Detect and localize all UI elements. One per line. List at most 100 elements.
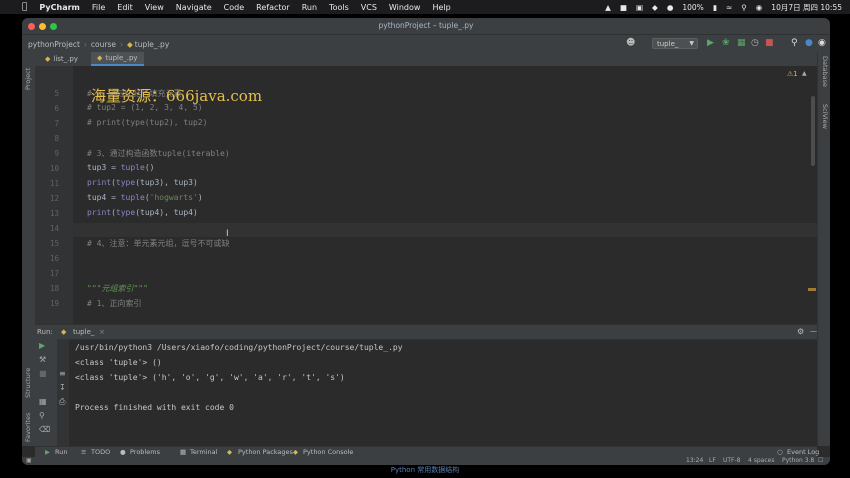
bottom-tab-problems[interactable]: Problems: [130, 448, 160, 456]
scroll-to-end-icon[interactable]: ↧: [59, 383, 66, 392]
database-tool-tab[interactable]: Database: [821, 56, 829, 87]
lock-icon[interactable]: ☐: [818, 457, 823, 464]
stop-icon[interactable]: ■: [39, 369, 47, 378]
app-name[interactable]: PyCharm: [39, 3, 79, 12]
indent-setting[interactable]: 4 spaces: [748, 457, 774, 464]
menu-edit[interactable]: Edit: [117, 3, 133, 12]
hide-panel-icon[interactable]: —: [810, 327, 817, 335]
soft-wrap-icon[interactable]: ≡: [59, 369, 66, 378]
breadcrumb-folder[interactable]: course: [91, 40, 116, 49]
python-console-icon: ◆: [293, 448, 298, 456]
left-tool-strip: Project Structure Favorites: [22, 52, 36, 446]
project-tool-tab[interactable]: Project: [24, 68, 32, 90]
status-app-icon[interactable]: ■: [620, 3, 627, 12]
menu-help[interactable]: Help: [432, 3, 450, 12]
settings-icon[interactable]: ◉: [818, 38, 826, 49]
clock-text[interactable]: 10月7日 周四 10:55: [771, 2, 842, 13]
code-line[interactable]: # 4、注意：单元素元组，逗号不可或缺: [87, 238, 229, 249]
console-line: <class 'tuple'> ('h', 'o', 'g', 'w', 'a'…: [75, 373, 345, 382]
profile-icon[interactable]: ◷: [751, 38, 759, 49]
code-line[interactable]: print(type(tup4), tup4): [87, 208, 198, 217]
code-line[interactable]: tup3 = tuple(): [87, 163, 154, 172]
debug-icon[interactable]: ❀: [722, 38, 730, 49]
menu-tools[interactable]: Tools: [329, 3, 349, 12]
user-icon[interactable]: ☻: [626, 38, 635, 49]
code-line[interactable]: # print(type(tup2), tup2): [87, 118, 207, 127]
line-number: 7: [54, 119, 59, 128]
code-editor[interactable]: 5 6 7 8 9 10 11 12 13 14 15 16 17 18 19 # 2、通过小括号填充元素 #…: [35, 66, 817, 324]
code-line[interactable]: """元组索引""": [87, 283, 148, 294]
run-config-select[interactable]: tuple_ ▼: [652, 38, 698, 49]
code-line[interactable]: print(type(tup3), tup3): [87, 178, 198, 187]
python-interpreter[interactable]: Python 3.8: [782, 457, 814, 464]
menu-run[interactable]: Run: [302, 3, 317, 12]
wifi-icon[interactable]: ≈: [726, 3, 732, 12]
status-app-icon[interactable]: ●: [667, 3, 674, 12]
line-number: 9: [54, 149, 59, 158]
warning-count: 1: [793, 70, 798, 78]
bottom-tab-todo[interactable]: TODO: [91, 448, 110, 456]
close-icon[interactable]: ×: [99, 328, 105, 336]
line-number: 17: [49, 269, 59, 278]
control-center-icon[interactable]: ◉: [756, 3, 763, 12]
sciview-tool-tab[interactable]: SciView: [821, 104, 829, 129]
apple-icon[interactable]: : [22, 2, 27, 12]
menu-view[interactable]: View: [145, 3, 164, 12]
warning-indicator[interactable]: ⚠1: [787, 70, 798, 78]
layout-icon[interactable]: ▦: [39, 397, 47, 406]
status-app-icon[interactable]: ▲: [605, 3, 611, 12]
menu-navigate[interactable]: Navigate: [176, 3, 212, 12]
rerun-icon[interactable]: ▶: [39, 341, 45, 350]
warning-marker[interactable]: [808, 288, 816, 291]
python-file-icon: ◆: [61, 328, 67, 336]
chevron-up-icon[interactable]: ▲: [802, 70, 807, 77]
tab-list-py[interactable]: ◆ list_.py: [39, 52, 84, 66]
menu-vcs[interactable]: VCS: [361, 3, 377, 12]
bottom-tab-terminal[interactable]: Terminal: [190, 448, 217, 456]
battery-icon[interactable]: ▮: [713, 3, 717, 12]
structure-tool-tab[interactable]: Structure: [24, 368, 32, 398]
favorites-tool-tab[interactable]: Favorites: [24, 413, 32, 442]
code-line[interactable]: # 1、正向索引: [87, 298, 141, 309]
spotlight-icon[interactable]: ⚲: [741, 3, 747, 12]
caret-position[interactable]: 13:24: [686, 457, 703, 464]
coverage-icon[interactable]: ▦: [737, 38, 746, 49]
print-icon[interactable]: ⎙: [59, 397, 65, 407]
layout-toggle-icon[interactable]: ▣: [26, 457, 32, 464]
run-panel-header: Run: ◆ tuple_ × ⚙ —: [35, 325, 817, 340]
wrench-icon[interactable]: ⚒: [39, 355, 46, 364]
code-line[interactable]: # 3、通过构造函数tuple(iterable): [87, 148, 230, 159]
stop-icon[interactable]: ■: [765, 38, 774, 49]
status-app-icon[interactable]: ▣: [636, 3, 643, 12]
status-app-icon[interactable]: ◆: [652, 3, 658, 12]
menu-window[interactable]: Window: [389, 3, 421, 12]
breadcrumb-file[interactable]: tuple_.py: [135, 40, 170, 49]
bottom-tab-run[interactable]: Run: [55, 448, 67, 456]
tab-tuple-py[interactable]: ◆ tuple_.py: [91, 52, 144, 66]
console-line: <class 'tuple'> (): [75, 358, 162, 367]
right-tool-strip: Database SciView: [817, 52, 830, 446]
bottom-tab-python-console[interactable]: Python Console: [303, 448, 353, 456]
update-icon[interactable]: ●: [805, 38, 813, 49]
bottom-tab-python-packages[interactable]: Python Packages: [238, 448, 293, 456]
line-separator[interactable]: LF: [709, 457, 716, 464]
run-tab-label[interactable]: tuple_: [73, 328, 94, 336]
gear-icon[interactable]: ⚙: [797, 327, 804, 336]
event-log-button[interactable]: Event Log: [787, 448, 819, 456]
line-number: 13: [49, 209, 59, 218]
run-icon[interactable]: ▶: [707, 38, 714, 49]
chevron-down-icon: ▼: [689, 40, 694, 47]
file-encoding[interactable]: UTF-8: [723, 457, 741, 464]
run-toolbar-secondary: ≡ ↧ ⎙: [57, 339, 69, 447]
search-icon[interactable]: ⚲: [791, 38, 798, 49]
trash-icon[interactable]: ⌫: [39, 425, 50, 434]
run-tool-window: Run: ◆ tuple_ × ⚙ — ▶ ⚒ ■ ▦ ⚲ ⌫ ≡ ↧ ⎙ /u…: [35, 324, 817, 447]
pycharm-window: pythonProject – tuple_.py pythonProject …: [22, 18, 830, 465]
menu-refactor[interactable]: Refactor: [256, 3, 290, 12]
menu-file[interactable]: File: [92, 3, 105, 12]
editor-scrollbar[interactable]: [811, 96, 815, 166]
code-line[interactable]: tup4 = tuple('hogwarts'): [87, 193, 203, 202]
pin-icon[interactable]: ⚲: [39, 411, 45, 420]
breadcrumb-project[interactable]: pythonProject: [28, 40, 80, 49]
menu-code[interactable]: Code: [224, 3, 244, 12]
